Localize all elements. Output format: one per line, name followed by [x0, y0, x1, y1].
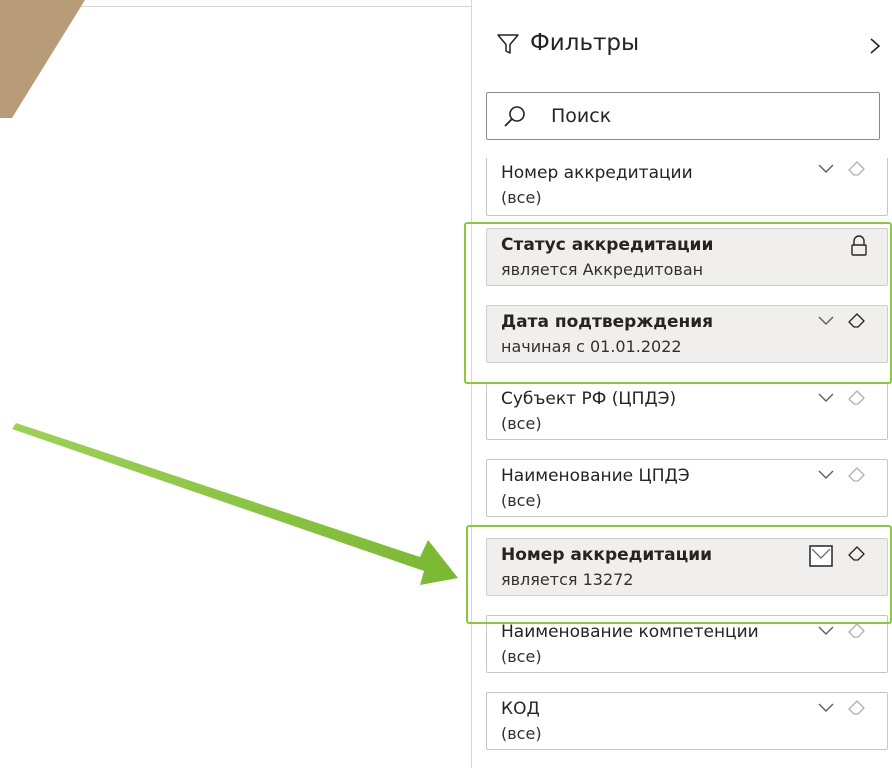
highlight-box-status-date	[464, 222, 892, 384]
filter-card-value: (все)	[501, 647, 542, 666]
chevron-down-icon[interactable]	[817, 624, 835, 638]
chevron-down-icon[interactable]	[817, 468, 835, 482]
funnel-icon	[497, 34, 519, 54]
filter-card-title: Номер аккредитации	[501, 163, 693, 183]
pane-title: Фильтры	[530, 30, 640, 56]
search-input[interactable]: Поиск	[486, 92, 880, 140]
filter-card-title: Субъект РФ (ЦПДЭ)	[501, 389, 677, 409]
chevron-down-icon[interactable]	[817, 701, 835, 715]
filters-pane: Фильтры Поиск Номер аккредитации (все) С…	[471, 0, 892, 768]
highlight-box-accreditation-number	[466, 525, 892, 624]
filter-card-title: Наименование ЦПДЭ	[501, 466, 690, 486]
eraser-icon[interactable]	[847, 622, 867, 640]
magnifier-icon	[504, 106, 525, 127]
filter-card-title: Наименование компетенции	[501, 622, 759, 642]
filter-card-value: (все)	[501, 724, 542, 743]
filters-pane-header: Фильтры	[472, 0, 892, 90]
chevron-down-icon[interactable]	[817, 391, 835, 405]
chevron-down-icon[interactable]	[817, 162, 835, 176]
search-placeholder: Поиск	[551, 105, 612, 127]
filter-card[interactable]: Субъект РФ (ЦПДЭ) (все)	[486, 382, 888, 440]
filter-card[interactable]: Номер аккредитации (все)	[486, 158, 888, 216]
filter-card[interactable]: Наименование ЦПДЭ (все)	[486, 459, 888, 517]
filter-card-value: (все)	[501, 414, 542, 433]
filter-card-value: (все)	[501, 491, 542, 510]
eraser-icon[interactable]	[847, 160, 867, 178]
chevron-right-icon[interactable]	[866, 34, 884, 58]
filter-card[interactable]: КОД (все)	[486, 692, 888, 750]
filter-card-title: КОД	[501, 699, 540, 719]
decorative-shape	[0, 0, 85, 118]
eraser-icon[interactable]	[847, 699, 867, 717]
eraser-icon[interactable]	[847, 466, 867, 484]
eraser-icon[interactable]	[847, 389, 867, 407]
filter-card-value: (все)	[501, 188, 542, 207]
